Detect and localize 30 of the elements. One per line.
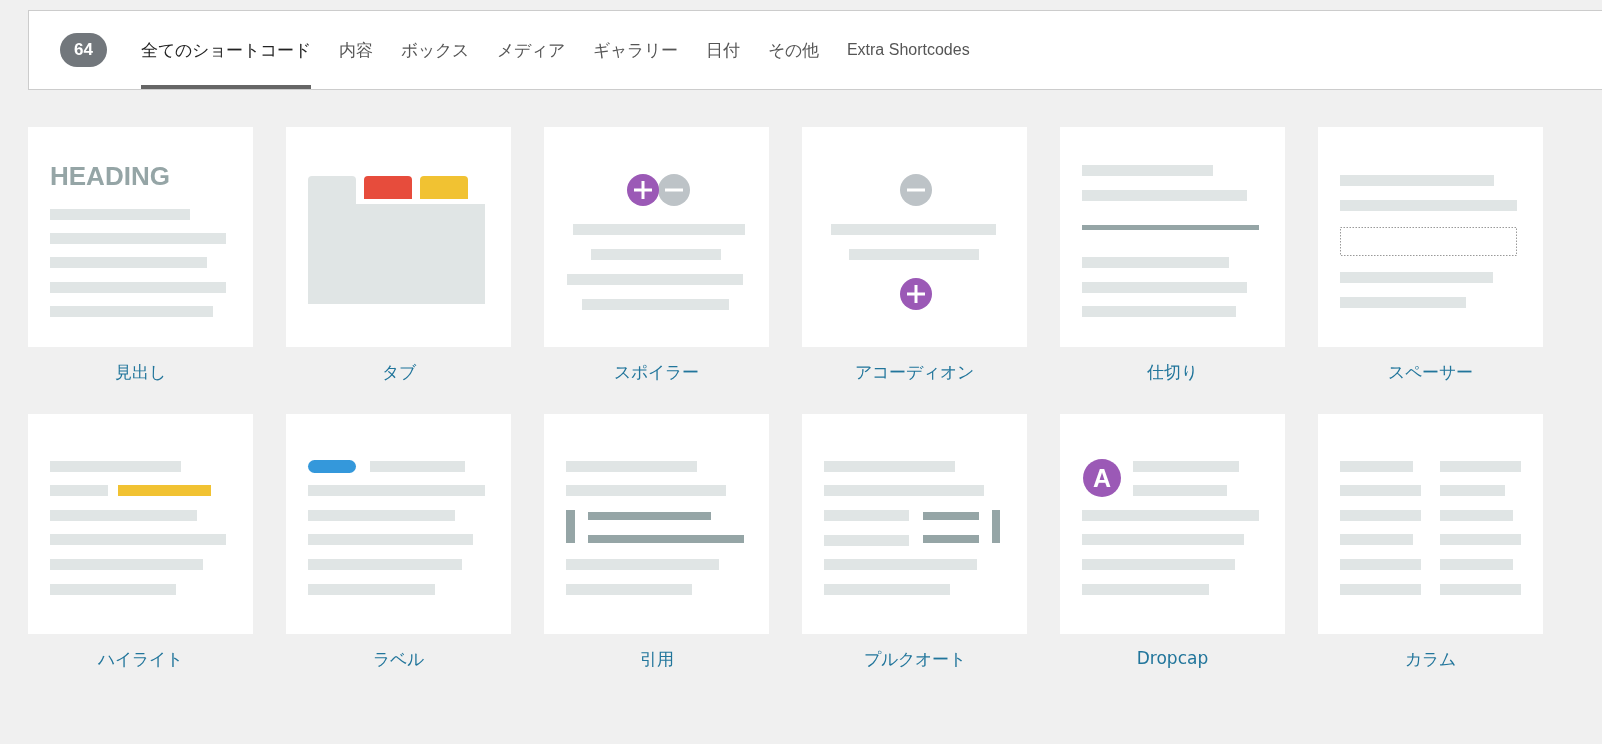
shortcode-label[interactable]: タブ	[381, 361, 416, 384]
minus-icon	[658, 174, 690, 206]
shortcode-label[interactable]: 仕切り	[1147, 361, 1198, 384]
category-tab[interactable]: 内容	[338, 11, 373, 89]
count-badge: 64	[60, 33, 107, 67]
shortcode-label[interactable]: Dropcap	[1136, 648, 1209, 668]
shortcode-label[interactable]: 見出し	[115, 361, 166, 384]
shortcode-label[interactable]: プルクオート	[863, 648, 966, 671]
category-tab[interactable]: 全てのショートコード	[140, 11, 311, 89]
shortcode-label[interactable]: カラム	[1405, 648, 1456, 671]
shortcode-label[interactable]: アコーディオン	[855, 361, 974, 384]
label-pill-icon	[308, 460, 356, 473]
plus-icon	[627, 174, 659, 206]
heading-sample-text: HEADING	[50, 161, 170, 191]
category-tab[interactable]: 日付	[705, 11, 740, 89]
shortcode-label[interactable]: スペーサー	[1388, 361, 1473, 384]
shortcode-label[interactable]: 引用	[639, 648, 674, 671]
category-tab[interactable]: その他	[767, 11, 819, 89]
category-tab[interactable]: メディア	[496, 11, 565, 89]
category-tab[interactable]: ボックス	[400, 11, 469, 89]
category-tab[interactable]: Extra Shortcodes	[846, 11, 970, 89]
category-tab[interactable]: ギャラリー	[592, 11, 678, 89]
dropcap-letter: A	[1092, 464, 1112, 492]
shortcode-label[interactable]: ハイライト	[98, 648, 183, 671]
shortcode-label[interactable]: スポイラー	[614, 361, 699, 384]
minus-icon	[900, 174, 932, 206]
dotted-box-icon	[1340, 227, 1517, 256]
dropcap-circle-icon	[1083, 459, 1121, 497]
plus-icon	[900, 278, 932, 310]
shortcode-label[interactable]: ラベル	[373, 648, 424, 671]
